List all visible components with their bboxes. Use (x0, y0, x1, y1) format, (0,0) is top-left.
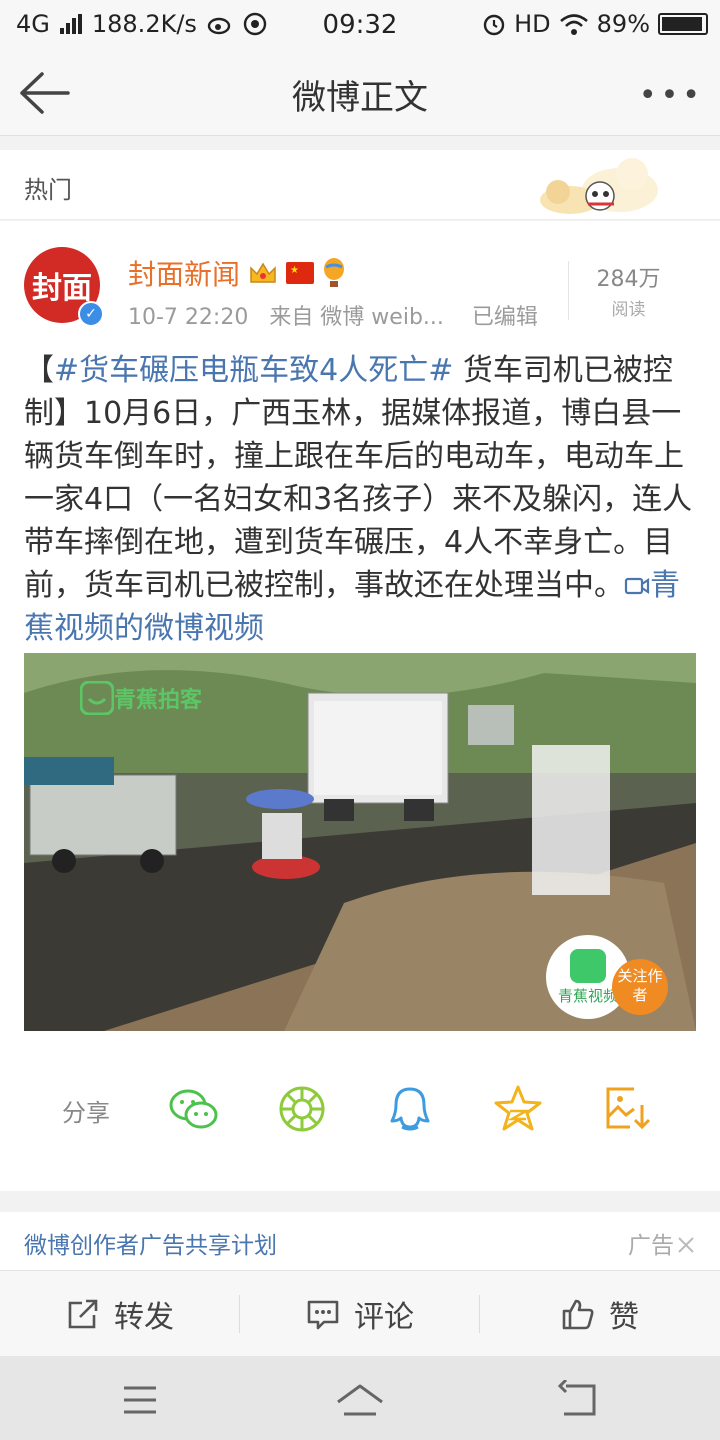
repost-label: 转发 (114, 1300, 174, 1335)
like-label: 赞 (609, 1300, 639, 1335)
balloon-icon (324, 258, 345, 287)
channel-logo-text: 青蕉视频 (557, 986, 618, 1005)
watermark-logo-icon (79, 680, 115, 716)
repost-button[interactable]: 转发 (0, 1271, 240, 1357)
menu-icon[interactable] (110, 1380, 170, 1420)
crown-icon (250, 262, 276, 283)
wechat-icon[interactable] (168, 1083, 220, 1135)
bracket-open: 【 (24, 353, 54, 388)
svg-text:★: ★ (290, 265, 299, 276)
video-watermark: 青蕉拍客 (79, 680, 203, 716)
edited-tag: 已编辑 (471, 305, 538, 330)
save-image-icon[interactable] (600, 1083, 652, 1135)
video-link-icon (624, 577, 650, 595)
share-label: 分享 (62, 1099, 110, 1127)
qzone-icon[interactable] (492, 1083, 544, 1135)
moments-icon[interactable] (276, 1083, 328, 1135)
close-icon[interactable] (676, 1235, 696, 1255)
verified-badge-icon: ✓ (78, 301, 104, 327)
alarm-icon (483, 14, 505, 36)
hot-label: 热门 (24, 176, 72, 204)
ad-close[interactable]: 广告 (628, 1226, 696, 1260)
qq-icon[interactable] (384, 1083, 436, 1135)
china-flag-icon: ★ (286, 262, 315, 284)
comment-label: 评论 (354, 1300, 414, 1335)
home-icon[interactable] (330, 1380, 390, 1420)
read-count-label: 阅读 (611, 300, 646, 320)
repost-icon (68, 1299, 98, 1329)
topic-link[interactable]: #货车碾压电瓶车致4人死亡# (54, 353, 453, 388)
mascot-illustration (540, 158, 658, 214)
video-watermark-text: 青蕉拍客 (114, 688, 203, 713)
top-navigation: 微博正文 ••• (0, 50, 720, 136)
comment-icon (307, 1300, 339, 1330)
ad-text[interactable]: 微博创作者广告共享计划 (24, 1226, 277, 1260)
channel-logo-icon (570, 948, 606, 983)
battery-percent: 89% (596, 10, 650, 38)
thumbs-up-icon (562, 1299, 594, 1330)
ad-tag: 广告 (628, 1233, 674, 1259)
hd-indicator: HD (514, 10, 551, 38)
post-source: 来自 微博 weib... (269, 305, 444, 330)
read-count: 284万 阅读 (568, 261, 688, 320)
hot-section-header: 热门 (0, 150, 720, 220)
back-icon[interactable] (550, 1380, 610, 1420)
ad-banner[interactable]: 微博创作者广告共享计划 广告 (0, 1212, 720, 1270)
more-options-icon[interactable]: ••• (639, 78, 704, 113)
like-button[interactable]: 赞 (480, 1271, 720, 1357)
status-bar: 4G 188.2K/s 09:32 HD 89% (0, 0, 720, 50)
post-action-bar: 转发 评论 赞 (0, 1270, 720, 1356)
page-title: 微博正文 (292, 78, 428, 118)
post-content: 【#货车碾压电瓶车致4人死亡# 货车司机已被控制】10月6日，广西玉林，据媒体报… (24, 349, 696, 650)
post-meta: 10-7 22:20 来自 微博 weib... 已编辑 (128, 299, 538, 331)
author-name[interactable]: 封面新闻 (128, 253, 240, 293)
wifi-icon (559, 14, 588, 35)
system-navigation-bar (0, 1356, 720, 1440)
post-time: 10-7 22:20 (128, 305, 249, 330)
follow-author-button[interactable]: 关注作者 (612, 959, 668, 1015)
weibo-post: 封面 ✓ 封面新闻 ★ 10-7 22:20 来自 微博 weib... 已编辑… (0, 221, 720, 1191)
read-count-number: 284万 (596, 267, 661, 292)
post-body-text: 货车司机已被控制】10月6日，广西玉林，据媒体报道，博白县一辆货车倒车时，撞上跟… (24, 353, 693, 603)
battery-icon (658, 13, 708, 35)
share-row: 分享 (0, 1071, 720, 1147)
comment-button[interactable]: 评论 (240, 1271, 480, 1357)
video-player[interactable]: 青蕉拍客 青蕉视频 关注作者 (24, 653, 696, 1031)
